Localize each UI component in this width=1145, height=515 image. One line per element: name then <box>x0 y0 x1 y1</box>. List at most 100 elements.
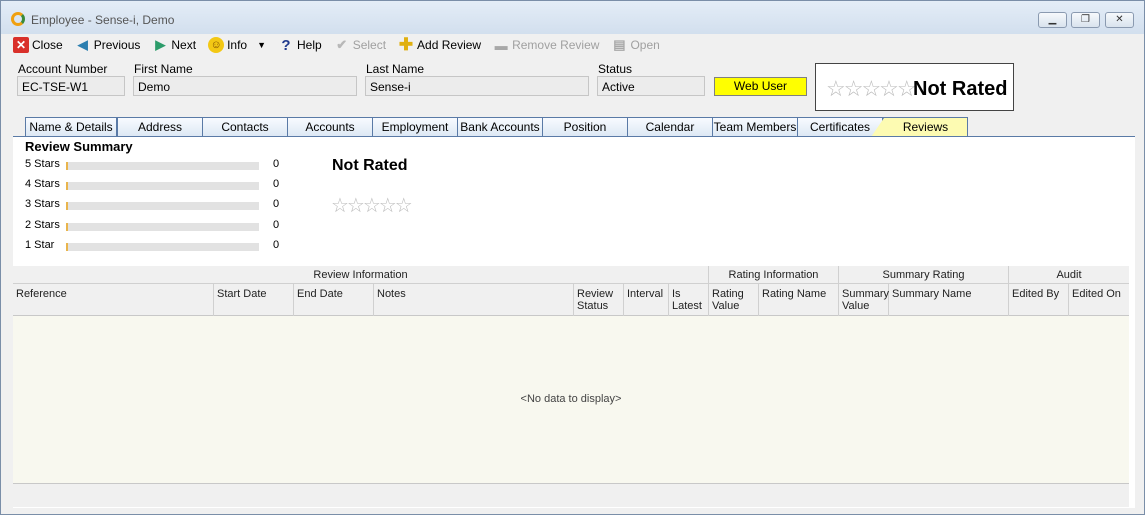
summary-row-3: 3 Stars 0 <box>25 198 285 211</box>
tab-reviews[interactable]: Reviews <box>871 117 968 137</box>
summary-row-count: 0 <box>273 158 280 170</box>
next-label: Next <box>171 38 197 52</box>
window-title: Employee - Sense-i, Demo <box>31 13 175 27</box>
summary-bar <box>66 182 259 190</box>
grid-band-row: Review Information Rating Information Su… <box>13 266 1129 284</box>
select-label: Select <box>352 38 387 52</box>
tab-bank-accounts[interactable]: Bank Accounts <box>457 117 543 136</box>
reviews-grid: Review Information Rating Information Su… <box>13 266 1129 509</box>
summary-bar <box>66 162 259 170</box>
summary-row-label: 3 Stars <box>25 198 60 210</box>
col-start-date[interactable]: Start Date <box>214 284 294 316</box>
tab-calendar[interactable]: Calendar <box>627 117 713 136</box>
summary-row-label: 5 Stars <box>25 158 60 170</box>
last-name-label: Last Name <box>366 62 425 76</box>
checkmark-icon: ✔ <box>336 37 348 52</box>
col-edited-by[interactable]: Edited By <box>1009 284 1069 316</box>
remove-review-button[interactable]: ▬ Remove Review <box>493 35 600 55</box>
summary-row-5: 5 Stars 0 <box>25 158 285 171</box>
band-review-information: Review Information <box>13 266 709 284</box>
account-number-field[interactable]: EC-TSE-W1 <box>17 76 125 96</box>
summary-bar <box>66 202 259 210</box>
rating-stars-icon: ☆☆☆☆☆ <box>826 76 917 101</box>
plus-icon: ✚ <box>398 35 414 54</box>
band-summary-rating: Summary Rating <box>839 266 1009 284</box>
col-notes[interactable]: Notes <box>374 284 574 316</box>
add-review-label: Add Review <box>417 38 482 52</box>
web-user-button[interactable]: Web User <box>714 77 807 96</box>
overall-rating-title: Not Rated <box>332 157 408 174</box>
smiley-info-icon: ☺ <box>208 37 225 53</box>
col-is-latest[interactable]: Is Latest <box>669 284 709 316</box>
tab-employment[interactable]: Employment <box>372 117 458 136</box>
tab-team-members[interactable]: Team Members <box>712 117 798 136</box>
first-name-field[interactable]: Demo <box>133 76 357 96</box>
open-button[interactable]: ▤ Open <box>611 35 660 55</box>
arrow-left-icon: ◀ <box>77 37 88 52</box>
status-field[interactable]: Active <box>597 76 705 96</box>
col-summary-name[interactable]: Summary Name <box>889 284 1009 316</box>
minus-icon: ▬ <box>494 37 508 53</box>
info-button[interactable]: ☺ Info ▼ <box>208 35 266 55</box>
add-review-button[interactable]: ✚ Add Review <box>398 35 481 55</box>
summary-row-1: 1 Star 0 <box>25 239 285 252</box>
app-icon <box>11 12 25 26</box>
summary-row-count: 0 <box>273 198 280 210</box>
band-rating-information: Rating Information <box>709 266 839 284</box>
close-button[interactable]: ✕ Close <box>13 35 63 55</box>
tab-contacts[interactable]: Contacts <box>202 117 288 136</box>
col-reference[interactable]: Reference <box>13 284 214 316</box>
summary-bar-fill <box>66 202 68 210</box>
grid-body[interactable]: <No data to display> <box>13 316 1129 483</box>
grid-footer <box>13 483 1129 507</box>
open-label: Open <box>630 38 660 52</box>
help-icon: ? <box>281 36 291 54</box>
summary-bar-fill <box>66 162 68 170</box>
summary-row-count: 0 <box>273 219 280 231</box>
grid-header-row: Reference Start Date End Date Notes Revi… <box>13 284 1129 316</box>
maximize-button[interactable]: ❐ <box>1071 12 1100 28</box>
last-name-field[interactable]: Sense-i <box>365 76 589 96</box>
summary-bar-fill <box>66 223 68 231</box>
overall-stars-icon: ☆☆☆☆☆ <box>331 195 413 217</box>
tab-slant <box>871 118 884 137</box>
window-close-button[interactable]: ✕ <box>1105 12 1134 28</box>
summary-bar <box>66 223 259 231</box>
tab-strip: Name & Details Address Contacts Accounts… <box>13 117 1135 137</box>
col-edited-on[interactable]: Edited On <box>1069 284 1129 316</box>
col-rating-name[interactable]: Rating Name <box>759 284 839 316</box>
chevron-down-icon[interactable]: ▼ <box>257 40 266 50</box>
previous-label: Previous <box>93 38 141 52</box>
col-end-date[interactable]: End Date <box>294 284 374 316</box>
rating-box: ☆☆☆☆☆ Not Rated <box>815 63 1014 111</box>
col-review-status[interactable]: Review Status <box>574 284 624 316</box>
summary-bar-fill <box>66 182 68 190</box>
summary-row-count: 0 <box>273 178 280 190</box>
summary-row-count: 0 <box>273 239 280 251</box>
status-label: Status <box>598 62 633 76</box>
help-button[interactable]: ? Help <box>278 35 322 55</box>
col-summary-value[interactable]: Summary Value <box>839 284 889 316</box>
minimize-button[interactable]: ▁ <box>1038 12 1067 28</box>
review-summary-title: Review Summary <box>25 139 133 154</box>
help-label: Help <box>297 38 322 52</box>
col-rating-value[interactable]: Rating Value <box>709 284 759 316</box>
summary-row-label: 2 Stars <box>25 219 60 231</box>
next-button[interactable]: ▶ Next <box>152 35 196 55</box>
tab-name-details[interactable]: Name & Details <box>25 117 117 136</box>
reviews-panel: Review Summary 5 Stars 0 4 Stars 0 3 Sta… <box>13 136 1135 508</box>
arrow-right-icon: ▶ <box>155 37 166 52</box>
remove-review-label: Remove Review <box>512 38 600 52</box>
summary-row-label: 1 Star <box>25 239 55 251</box>
select-button[interactable]: ✔ Select <box>334 35 386 55</box>
toolbar: ✕ Close ◀ Previous ▶ Next ☺ Info ▼ ? Hel… <box>13 34 1135 56</box>
close-icon: ✕ <box>13 37 29 53</box>
summary-row-2: 2 Stars 0 <box>25 219 285 232</box>
col-interval[interactable]: Interval <box>624 284 669 316</box>
tab-address[interactable]: Address <box>117 117 203 136</box>
tab-accounts[interactable]: Accounts <box>287 117 373 136</box>
previous-button[interactable]: ◀ Previous <box>75 35 141 55</box>
no-data-message: <No data to display> <box>520 393 622 405</box>
tab-position[interactable]: Position <box>542 117 628 136</box>
tab-reviews-label: Reviews <box>902 120 949 134</box>
